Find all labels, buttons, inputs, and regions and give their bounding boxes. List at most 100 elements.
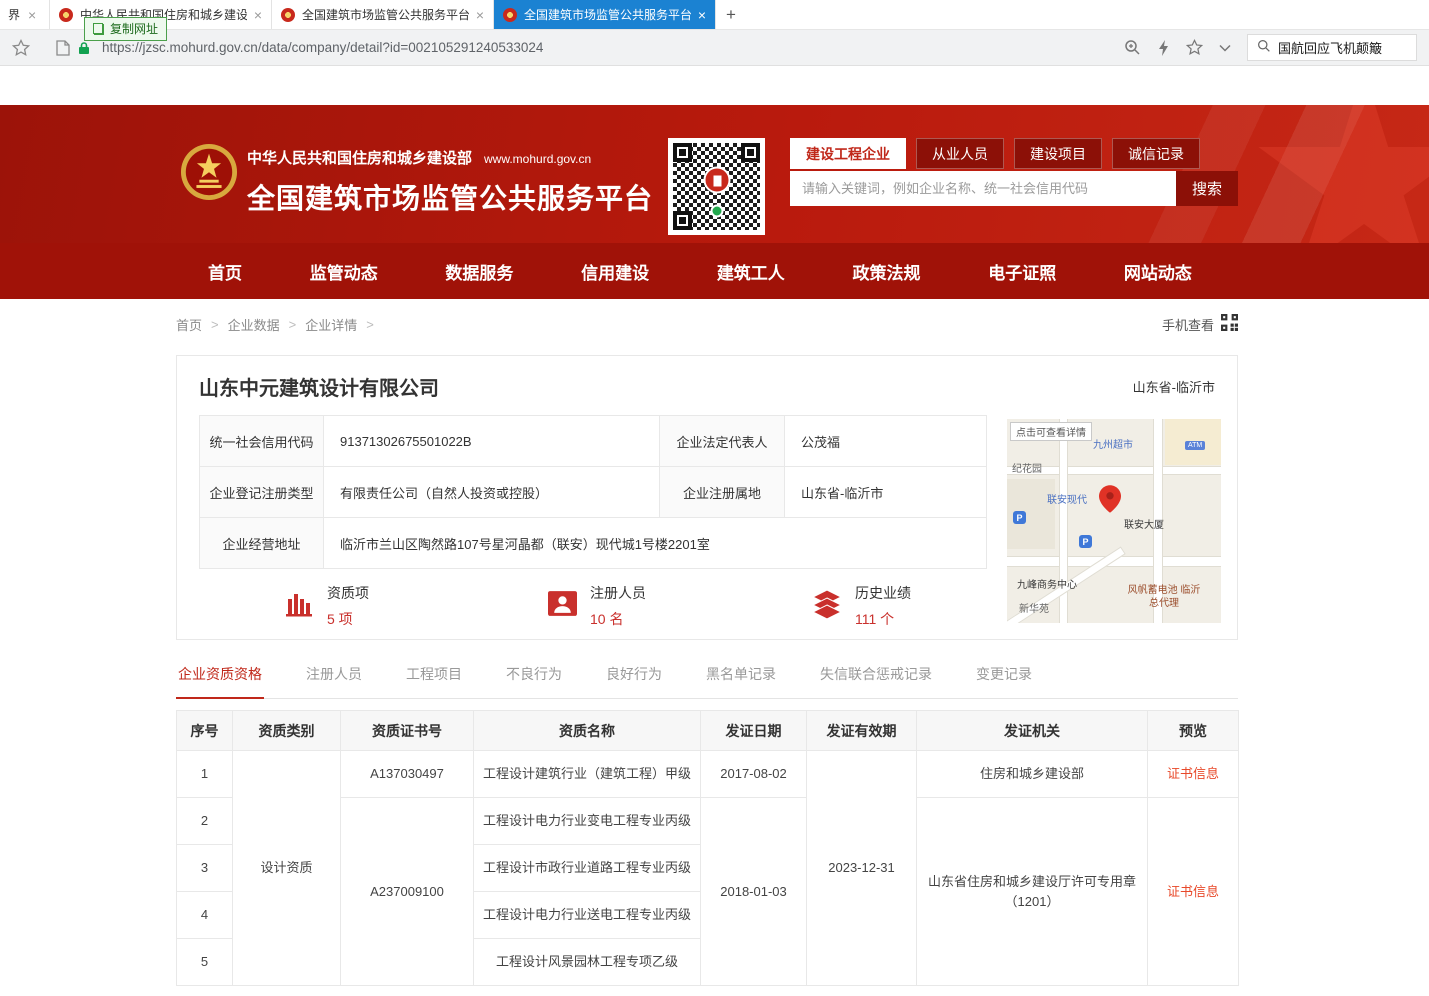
quick-search-text: 国航回应飞机颠簸 — [1278, 38, 1382, 57]
company-region: 山东省-临沂市 — [1133, 377, 1215, 396]
col-qual-name: 资质名称 — [474, 711, 701, 751]
map-parking-icon: P — [1013, 511, 1026, 524]
map-poi-supermarket: 九州超市 — [1093, 436, 1133, 451]
new-tab-button[interactable]: + — [716, 0, 746, 29]
certificate-info-link[interactable]: 证书信息 — [1167, 766, 1219, 781]
mobile-view-label: 手机查看 — [1162, 315, 1214, 334]
map-poi-atm: ATM — [1185, 441, 1205, 450]
tab-dishonesty-records[interactable]: 失信联合惩戒记录 — [818, 664, 934, 698]
legal-rep-label: 企业法定代表人 — [660, 416, 785, 467]
tab-projects[interactable]: 工程项目 — [404, 664, 464, 698]
cert-no: A137030497 — [341, 751, 474, 798]
row-index: 3 — [177, 845, 233, 892]
stat-label: 注册人员 — [590, 583, 646, 603]
nav-item-policies[interactable]: 政策法规 — [845, 255, 929, 288]
nav-item-site-news[interactable]: 网站动态 — [1116, 255, 1200, 288]
nav-item-construction-workers[interactable]: 建筑工人 — [709, 255, 793, 288]
col-index: 序号 — [177, 711, 233, 751]
tab-good-behavior[interactable]: 良好行为 — [604, 664, 664, 698]
nav-item-supervision-news[interactable]: 监管动态 — [302, 255, 386, 288]
browser-tab-jzsc-1[interactable]: 全国建筑市场监管公共服务平台 × — [272, 0, 494, 29]
tab-registered-personnel[interactable]: 注册人员 — [304, 664, 364, 698]
company-info-table: 统一社会信用代码 91371302675501022B 企业法定代表人 公茂福 … — [199, 415, 987, 569]
browser-tab-jzsc-active[interactable]: 全国建筑市场监管公共服务平台 × — [494, 0, 716, 29]
flash-icon[interactable] — [1157, 40, 1170, 56]
search-button[interactable]: 搜索 — [1176, 171, 1238, 206]
nav-item-e-certificates[interactable]: 电子证照 — [980, 255, 1064, 288]
company-name: 山东中元建筑设计有限公司 — [199, 372, 439, 401]
credit-code-value: 91371302675501022B — [324, 416, 660, 467]
tab-change-records[interactable]: 变更记录 — [974, 664, 1034, 698]
https-lock-icon — [78, 41, 90, 55]
map-parking-icon: P — [1079, 535, 1092, 548]
issue-date: 2017-08-02 — [701, 751, 807, 798]
favorite-star-icon[interactable] — [1186, 39, 1203, 56]
breadcrumb-company-detail: 企业详情 — [305, 315, 357, 334]
table-row: 统一社会信用代码 91371302675501022B 企业法定代表人 公茂福 — [200, 416, 987, 467]
company-detail-card: 山东中元建筑设计有限公司 山东省-临沂市 统一社会信用代码 9137130267… — [176, 355, 1238, 640]
row-index: 2 — [177, 798, 233, 845]
mobile-view-button[interactable]: 手机查看 — [1162, 314, 1238, 334]
map-poi-lianan-tower: 联安大厦 — [1124, 516, 1164, 531]
breadcrumb: 首页 > 企业数据 > 企业详情 > — [176, 315, 374, 334]
nav-item-credit-building[interactable]: 信用建设 — [573, 255, 657, 288]
search-tab-practitioners[interactable]: 从业人员 — [916, 138, 1004, 169]
map-poi-lianan-modern: 联安现代 — [1047, 491, 1087, 506]
location-map[interactable]: 点击可查看详情 九州超市 ATM 纪花园 联安现代 联安大厦 P P 九峰商务中… — [1007, 419, 1221, 623]
breadcrumb-company-data[interactable]: 企业数据 — [228, 315, 280, 334]
browser-tab-partial[interactable]: 界 × — [0, 0, 50, 29]
preview-cell: 证书信息 — [1148, 798, 1239, 986]
map-poi-battery: 风帆蓄电池 临沂总代理 — [1125, 585, 1203, 610]
browser-addressbar: https://jzsc.mohurd.gov.cn/data/company/… — [0, 30, 1429, 66]
chevron-down-icon[interactable] — [1219, 44, 1231, 52]
quick-search-box[interactable]: 国航回应飞机颠簸 — [1247, 34, 1417, 61]
issue-date: 2018-01-03 — [701, 798, 807, 986]
platform-title: 全国建筑市场监管公共服务平台 — [247, 177, 653, 217]
col-cert-no: 资质证书号 — [341, 711, 474, 751]
breadcrumb-home[interactable]: 首页 — [176, 315, 202, 334]
keyword-search-input[interactable] — [790, 171, 1176, 206]
zoom-icon[interactable] — [1124, 39, 1141, 56]
nav-item-data-service[interactable]: 数据服务 — [437, 255, 521, 288]
url-field[interactable]: https://jzsc.mohurd.gov.cn/data/company/… — [102, 40, 543, 55]
tab-favicon-icon — [503, 8, 517, 22]
tab-favicon-icon — [281, 8, 295, 22]
qual-name: 工程设计电力行业变电工程专业丙级 — [474, 798, 701, 845]
addressbar-actions: 国航回应飞机颠簸 — [1124, 34, 1417, 61]
search-tab-credit-records[interactable]: 诚信记录 — [1112, 138, 1200, 169]
qual-name: 工程设计电力行业送电工程专业丙级 — [474, 892, 701, 939]
col-valid-until: 发证有效期 — [807, 711, 917, 751]
map-poi-business-center: 九峰商务中心 — [1017, 576, 1077, 591]
row-index: 1 — [177, 751, 233, 798]
qr-finder-icon — [673, 211, 692, 230]
site-banner: 中华人民共和国住房和城乡建设部 www.mohurd.gov.cn 全国建筑市场… — [0, 105, 1429, 243]
tab-close-icon[interactable]: × — [476, 8, 484, 22]
ministry-name: 中华人民共和国住房和城乡建设部 — [247, 147, 472, 168]
qr-finder-icon — [741, 143, 760, 162]
tab-qualifications[interactable]: 企业资质资格 — [176, 664, 264, 699]
qualification-building-icon — [284, 589, 314, 624]
browser-tabstrip: 界 × 中华人民共和国住房和城乡建设 × 全国建筑市场监管公共服务平台 × 全国… — [0, 0, 1429, 30]
row-index: 5 — [177, 939, 233, 986]
reg-region-value: 山东省-临沂市 — [785, 467, 987, 518]
search-tab-projects[interactable]: 建设项目 — [1014, 138, 1102, 169]
qual-name: 工程设计市政行业道路工程专业丙级 — [474, 845, 701, 892]
search-tab-construction-enterprise[interactable]: 建设工程企业 — [790, 138, 906, 169]
page-info-icon[interactable] — [56, 40, 70, 56]
tab-close-icon[interactable]: × — [698, 8, 706, 22]
nav-item-home[interactable]: 首页 — [200, 255, 250, 288]
tab-bad-behavior[interactable]: 不良行为 — [504, 664, 564, 698]
company-detail-tabs: 企业资质资格 注册人员 工程项目 不良行为 良好行为 黑名单记录 失信联合惩戒记… — [176, 664, 1238, 699]
col-issue-date: 发证日期 — [701, 711, 807, 751]
search-icon — [1257, 39, 1271, 56]
tab-blacklist-records[interactable]: 黑名单记录 — [704, 664, 778, 698]
banner-titles: 中华人民共和国住房和城乡建设部 www.mohurd.gov.cn 全国建筑市场… — [247, 147, 653, 217]
bookmark-star-icon[interactable] — [12, 39, 30, 57]
tab-close-icon[interactable]: × — [254, 8, 262, 22]
tab-close-icon[interactable]: × — [28, 8, 36, 22]
breadcrumb-row: 首页 > 企业数据 > 企业详情 > 手机查看 — [176, 307, 1238, 341]
banner-search-panel: 建设工程企业 从业人员 建设项目 诚信记录 搜索 — [790, 138, 1238, 206]
certificate-info-link[interactable]: 证书信息 — [1167, 884, 1219, 899]
qr-mini-icon — [1221, 314, 1238, 334]
address-label: 企业经营地址 — [200, 518, 324, 569]
